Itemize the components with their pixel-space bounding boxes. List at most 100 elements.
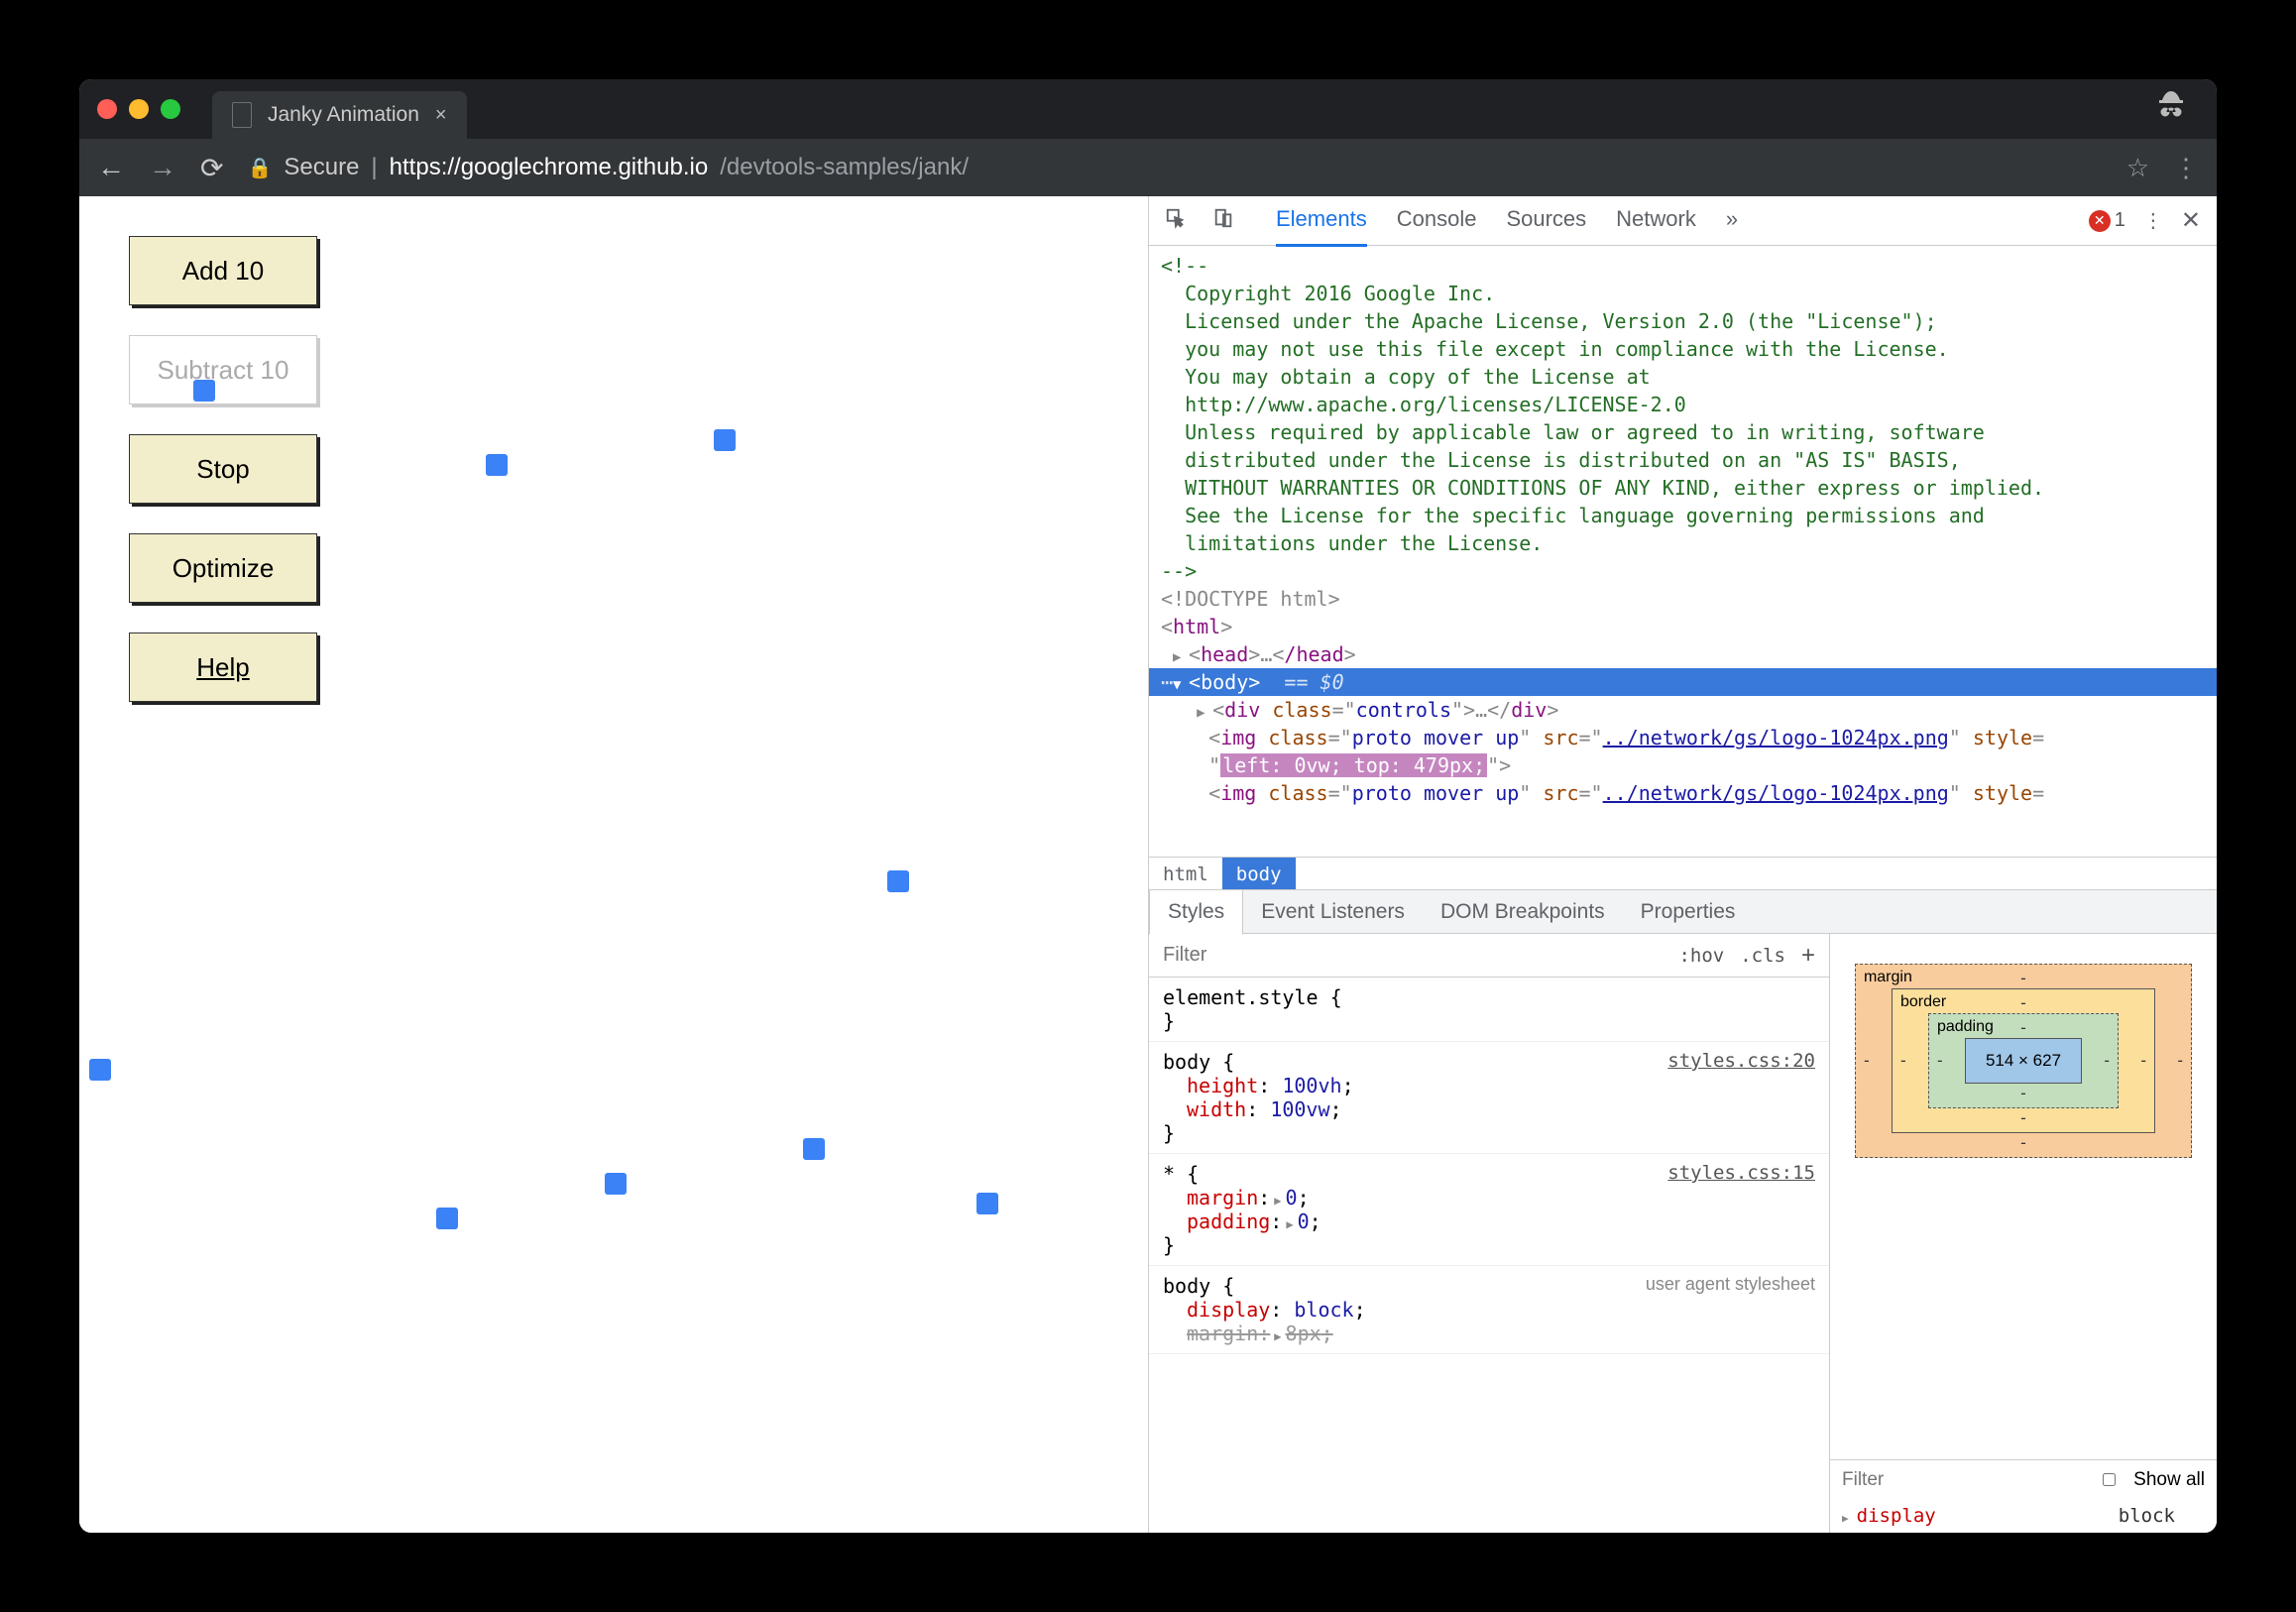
cls-toggle[interactable]: .cls [1740,945,1785,967]
tab-sources[interactable]: Sources [1506,196,1586,247]
comment-line: Copyright 2016 Google Inc. [1149,280,2217,307]
box-model-padding-label: padding [1937,1018,1994,1036]
elements-breadcrumb: html body [1149,857,2217,890]
new-rule-button[interactable]: + [1801,942,1815,970]
reload-button[interactable]: ⟳ [200,152,223,184]
device-toggle-icon[interactable] [1212,207,1234,235]
controls-panel: Add 10 Subtract 10 Stop Optimize Help [129,236,1098,702]
optimize-button[interactable]: Optimize [129,533,317,603]
mover-icon [887,870,909,892]
tab-elements[interactable]: Elements [1276,196,1367,247]
inspect-icon[interactable] [1165,207,1187,235]
body-node-selected[interactable]: ⋯<body> == $0 [1149,668,2217,696]
comment-line: limitations under the License. [1149,529,2217,557]
img-node-1-style[interactable]: "left: 0vw; top: 479px;"> [1149,751,2217,779]
devtools-close-icon[interactable]: ✕ [2181,206,2201,235]
tab-more[interactable]: » [1726,196,1738,247]
secure-label: Secure [284,154,359,181]
mover-icon [976,1193,998,1214]
lock-icon: 🔒 [247,156,272,180]
url-field[interactable]: 🔒 Secure | https://googlechrome.github.i… [247,154,2102,181]
mover-icon [486,454,508,476]
comment-line: Licensed under the Apache License, Versi… [1149,307,2217,335]
tab-network[interactable]: Network [1616,196,1696,247]
star-icon[interactable]: ☆ [2126,153,2149,183]
img-node-2[interactable]: <img class="proto mover up" src="../netw… [1149,779,2217,807]
rule-source-link[interactable]: styles.css:15 [1667,1162,1815,1184]
page-viewport: Add 10 Subtract 10 Stop Optimize Help [79,196,1148,1533]
mover-icon [89,1059,111,1081]
comment-line: Unless required by applicable law or agr… [1149,418,2217,446]
img-node-1[interactable]: <img class="proto mover up" src="../netw… [1149,724,2217,751]
styles-rules: :hov .cls + element.style { } styles.css… [1149,934,1830,1533]
comment-line: distributed under the License is distrib… [1149,446,2217,474]
div-controls-node[interactable]: <div class="controls">…</div> [1149,696,2217,724]
rule-star[interactable]: styles.css:15 * { margin:0; padding:0; } [1149,1154,1829,1266]
devtools-toolbar: Elements Console Sources Network » ✕ 1 ⋮… [1149,196,2217,246]
computed-row[interactable]: display block [1842,1505,2205,1527]
devtools-panel: Elements Console Sources Network » ✕ 1 ⋮… [1148,196,2217,1533]
error-count: 1 [2115,209,2125,232]
subtab-properties[interactable]: Properties [1623,890,1754,934]
computed-list: display block [1830,1499,2217,1533]
box-model-margin-label: margin [1864,969,1912,986]
help-button[interactable]: Help [129,633,317,702]
mover-icon [714,429,736,451]
browser-tab[interactable]: Janky Animation × [212,91,467,139]
rule-source-link[interactable]: styles.css:20 [1667,1050,1815,1072]
url-host: https://googlechrome.github.io [390,154,709,181]
comment-line: WITHOUT WARRANTIES OR CONDITIONS OF ANY … [1149,474,2217,502]
subtab-event-listeners[interactable]: Event Listeners [1243,890,1423,934]
tab-close-icon[interactable]: × [435,104,447,127]
styles-subtabs: Styles Event Listeners DOM Breakpoints P… [1149,890,2217,934]
address-bar: ← → ⟳ 🔒 Secure | https://googlechrome.gi… [79,139,2217,196]
subtract-10-button[interactable]: Subtract 10 [129,335,317,404]
add-10-button[interactable]: Add 10 [129,236,317,305]
browser-window: Janky Animation × ← → ⟳ 🔒 Secure | https… [79,79,2217,1533]
ua-stylesheet-label: user agent stylesheet [1646,1274,1815,1295]
crumb-body[interactable]: body [1222,858,1296,889]
computed-sidebar: margin - - - - border - - - - [1830,934,2217,1533]
close-window-button[interactable] [97,99,117,119]
page-icon [232,102,252,128]
box-model[interactable]: margin - - - - border - - - - [1830,934,2217,1459]
elements-tree[interactable]: <!-- Copyright 2016 Google Inc. Licensed… [1149,246,2217,857]
hov-toggle[interactable]: :hov [1678,945,1724,967]
comment-line: --> [1149,557,2217,585]
titlebar-right [2153,88,2199,131]
back-button[interactable]: ← [97,152,125,183]
forward-button[interactable]: → [149,152,176,183]
comment-line: http://www.apache.org/licenses/LICENSE-2… [1149,391,2217,418]
selector: element.style { [1163,985,1815,1009]
rule-body-ua[interactable]: user agent stylesheet body { display: bl… [1149,1266,1829,1354]
comment-line: you may not use this file except in comp… [1149,335,2217,363]
comment-line: You may obtain a copy of the License at [1149,363,2217,391]
comment-line: <!-- [1149,252,2217,280]
stop-button[interactable]: Stop [129,434,317,504]
tab-console[interactable]: Console [1397,196,1477,247]
mover-icon [803,1138,825,1160]
styles-filter-row: :hov .cls + [1149,934,1829,978]
minimize-window-button[interactable] [129,99,149,119]
devtools-menu-icon[interactable]: ⋮ [2143,208,2163,233]
doctype-line: <!DOCTYPE html> [1149,585,2217,613]
crumb-html[interactable]: html [1149,858,1222,889]
incognito-icon [2153,100,2189,130]
tab-title: Janky Animation [268,103,419,127]
rule-element-style[interactable]: element.style { } [1149,978,1829,1042]
error-badge[interactable]: ✕ 1 [2089,209,2125,232]
maximize-window-button[interactable] [161,99,180,119]
subtab-dom-breakpoints[interactable]: DOM Breakpoints [1423,890,1623,934]
rule-body[interactable]: styles.css:20 body { height: 100vh; widt… [1149,1042,1829,1154]
computed-filter-input[interactable] [1842,1469,2085,1491]
mover-icon [436,1208,458,1229]
devtools-tabs: Elements Console Sources Network » [1276,196,1738,247]
show-all-checkbox[interactable] [2097,1473,2122,1486]
mover-icon [193,380,215,402]
head-node[interactable]: <head>…</head> [1149,640,2217,668]
styles-filter-input[interactable] [1163,944,1663,967]
subtab-styles[interactable]: Styles [1149,889,1243,935]
html-node[interactable]: <html> [1149,613,2217,640]
menu-icon[interactable]: ⋮ [2173,153,2199,183]
show-all-label: Show all [2133,1469,2205,1491]
